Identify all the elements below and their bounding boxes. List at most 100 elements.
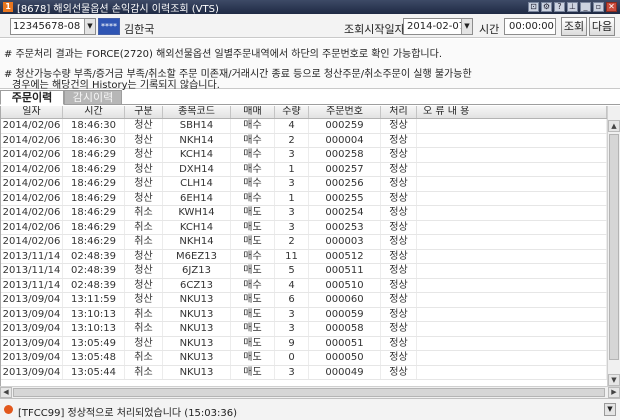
cell-qty: 3 (275, 322, 309, 336)
table-row[interactable]: 2013/11/14 02:48:39 청산 6JZ13 매도 5 000511 정상 (1, 264, 607, 279)
table-row[interactable]: 2014/02/06 18:46:29 청산 DXH14 매수 1 000257 정상 (1, 162, 607, 177)
cell-process: 정상 (381, 249, 417, 263)
link-icon[interactable]: ⊡ (528, 2, 539, 12)
scroll-right-icon[interactable]: ▶ (608, 387, 620, 398)
calendar-dropdown-icon[interactable]: ▼ (461, 19, 472, 34)
cell-side: 매도 (231, 235, 275, 249)
help-icon[interactable]: ? (554, 2, 565, 12)
next-button[interactable]: 다음 (589, 17, 615, 36)
pin-icon[interactable]: ⊥ (567, 2, 578, 12)
cell-code: NKU13 (163, 307, 231, 321)
table-row[interactable]: 2013/09/04 13:05:48 취소 NKU13 매도 0 000050 정상 (1, 351, 607, 366)
cell-qty: 1 (275, 162, 309, 176)
horizontal-scrollbar[interactable]: ◀ ▶ (0, 386, 620, 398)
scroll-left-icon[interactable]: ◀ (0, 387, 12, 398)
cell-process: 정상 (381, 235, 417, 249)
window-title: [8678] 해외선물옵션 손익감시 이력조회 (VTS) (17, 3, 219, 15)
table-row[interactable]: 2013/09/04 13:10:13 취소 NKU13 매도 3 000059 정상 (1, 307, 607, 322)
table-row[interactable]: 2014/02/06 18:46:30 청산 SBH14 매수 4 000259 정상 (1, 119, 607, 134)
cell-error (417, 336, 607, 350)
cell-error (417, 322, 607, 336)
table-row[interactable]: 2013/09/04 13:05:49 청산 NKU13 매도 9 000051 정상 (1, 336, 607, 351)
table-row[interactable]: 2014/02/06 18:46:29 청산 KCH14 매수 3 000258 정상 (1, 148, 607, 163)
table-row[interactable]: 2013/11/14 02:48:39 청산 6CZ13 매수 4 000510 정상 (1, 278, 607, 293)
cell-time: 18:46:29 (63, 162, 125, 176)
cell-side: 매도 (231, 336, 275, 350)
minimize-icon[interactable]: _ (580, 2, 591, 12)
restore-icon[interactable]: ▫ (593, 2, 604, 12)
cell-time: 13:05:48 (63, 351, 125, 365)
cell-qty: 2 (275, 235, 309, 249)
notice-line-3: 경우에는 해당건의 History는 기록되지 않습니다. (12, 80, 220, 91)
cell-type: 청산 (125, 264, 163, 278)
cell-error (417, 206, 607, 220)
header-error[interactable]: 오 류 내 용 (417, 106, 607, 118)
start-date-label: 조회시작일자 (344, 23, 405, 36)
cell-date: 2013/11/14 (1, 249, 63, 263)
cell-date: 2013/09/04 (1, 365, 63, 379)
cell-process: 정상 (381, 264, 417, 278)
password-field[interactable]: **** (98, 18, 120, 35)
table-row[interactable]: 2014/02/06 18:46:30 청산 NKH14 매수 2 000004 정상 (1, 133, 607, 148)
table-row[interactable]: 2014/02/06 18:46:29 청산 6EH14 매수 1 000255 정상 (1, 191, 607, 206)
chevron-down-icon[interactable]: ▼ (84, 19, 95, 34)
cell-qty: 4 (275, 119, 309, 133)
header-order-no[interactable]: 주문번호 (309, 106, 381, 118)
close-icon[interactable]: ✕ (606, 2, 617, 12)
table-row[interactable]: 2013/09/04 13:10:13 취소 NKU13 매도 3 000058 정상 (1, 322, 607, 337)
cell-code: NKU13 (163, 322, 231, 336)
tab-order-history[interactable]: 주문이력 (0, 90, 64, 105)
header-qty[interactable]: 수량 (275, 106, 309, 118)
cell-side: 매수 (231, 148, 275, 162)
cell-order-no: 000510 (309, 278, 381, 292)
header-type[interactable]: 구분 (125, 106, 163, 118)
cell-side: 매도 (231, 351, 275, 365)
vertical-scroll-thumb[interactable] (609, 134, 619, 360)
cell-qty: 3 (275, 220, 309, 234)
cell-side: 매도 (231, 220, 275, 234)
header-code[interactable]: 종목코드 (163, 106, 231, 118)
cell-order-no: 000049 (309, 365, 381, 379)
start-date-value: 2014-02-07 (407, 21, 466, 32)
status-history-dropdown-icon[interactable]: ▼ (604, 403, 616, 416)
cell-order-no: 000050 (309, 351, 381, 365)
horizontal-scroll-thumb[interactable] (13, 388, 605, 397)
table-row[interactable]: 2013/09/04 13:11:59 청산 NKU13 매도 6 000060 정상 (1, 293, 607, 308)
settings-icon[interactable]: ⚙ (541, 2, 552, 12)
table-row[interactable]: 2013/11/14 02:48:39 청산 M6EZ13 매수 11 000512 정상 (1, 249, 607, 264)
table-row[interactable]: 2014/02/06 18:46:29 취소 NKH14 매도 2 000003 정상 (1, 235, 607, 250)
cell-error (417, 191, 607, 205)
cell-type: 청산 (125, 293, 163, 307)
cell-side: 매도 (231, 264, 275, 278)
cell-date: 2013/11/14 (1, 278, 63, 292)
table-row[interactable]: 2014/02/06 18:46:29 취소 KWH14 매도 3 000254 정상 (1, 206, 607, 221)
cell-date: 2014/02/06 (1, 191, 63, 205)
cell-code: NKU13 (163, 351, 231, 365)
tab-monitor-history[interactable]: 감시이력 (64, 90, 122, 105)
cell-order-no: 000512 (309, 249, 381, 263)
window-controls: ⊡ ⚙ ? ⊥ _ ▫ ✕ (528, 2, 617, 12)
scroll-down-icon[interactable]: ▼ (608, 374, 620, 386)
cell-process: 정상 (381, 206, 417, 220)
cell-type: 취소 (125, 206, 163, 220)
table-row[interactable]: 2014/02/06 18:46:29 취소 KCH14 매도 3 000253 정상 (1, 220, 607, 235)
header-process[interactable]: 처리 (381, 106, 417, 118)
account-select[interactable]: 12345678-08 ▼ (10, 18, 96, 35)
cell-order-no: 000060 (309, 293, 381, 307)
scroll-up-icon[interactable]: ▲ (608, 120, 620, 132)
cell-qty: 3 (275, 365, 309, 379)
cell-date: 2014/02/06 (1, 119, 63, 133)
vertical-scrollbar[interactable]: ▲ ▼ (607, 106, 620, 386)
time-input[interactable]: 00:00:00 (504, 18, 556, 35)
table-row[interactable]: 2013/09/04 13:05:44 취소 NKU13 매도 3 000049 정상 (1, 365, 607, 380)
header-date[interactable]: 일자 (1, 106, 63, 118)
cell-date: 2014/02/06 (1, 235, 63, 249)
header-side[interactable]: 매매 (231, 106, 275, 118)
start-date-input[interactable]: 2014-02-07 ▼ (403, 18, 473, 35)
query-button[interactable]: 조회 (561, 17, 587, 36)
table-row[interactable]: 2014/02/06 18:46:29 청산 CLH14 매수 3 000256 정상 (1, 177, 607, 192)
cell-order-no: 000255 (309, 191, 381, 205)
cell-code: NKH14 (163, 133, 231, 147)
header-time[interactable]: 시간 (63, 106, 125, 118)
cell-process: 정상 (381, 220, 417, 234)
